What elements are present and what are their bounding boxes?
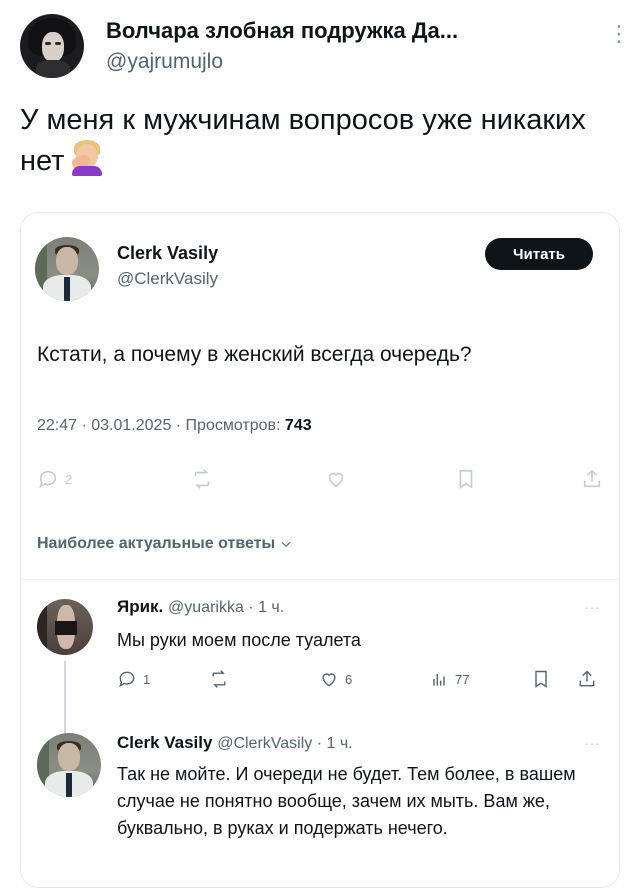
reply-author-name: Clerk Vasily	[117, 733, 213, 752]
retweet-icon	[212, 670, 226, 688]
reply-author-name: Ярик.	[117, 597, 164, 616]
sort-replies-dropdown[interactable]: Наиболее актуальные ответы	[37, 535, 293, 553]
views-count: 77	[455, 671, 470, 687]
tweet-actions: 2	[21, 465, 619, 495]
outer-tweet-header: Волчара злобная подружка Да... @yajrumuj…	[20, 12, 630, 82]
sort-label: Наиболее актуальные ответы	[37, 535, 276, 552]
more-options-icon[interactable]: ···	[584, 735, 601, 751]
reply-author[interactable]: Clerk Vasily @ClerkVasily · 1 ч.	[117, 733, 353, 753]
share-button[interactable]	[581, 465, 603, 493]
reply-text: Так не мойте. И очереди не будет. Тем бо…	[117, 764, 576, 838]
heart-icon	[322, 673, 336, 687]
avatar[interactable]	[35, 237, 99, 301]
tweet-text: У меня к мужчинам вопросов уже никаких н…	[20, 100, 620, 181]
reply-count: 2	[65, 471, 73, 487]
reply-meta: @ClerkVasily · 1 ч.	[217, 735, 353, 752]
bookmark-button[interactable]	[455, 465, 477, 493]
author-handle[interactable]: @yajrumujlo	[106, 50, 223, 74]
heart-icon	[328, 472, 344, 488]
woman-facepalming-emoji	[70, 140, 104, 176]
reply-icon	[119, 671, 135, 688]
reply-meta: @yuarikka · 1 ч.	[168, 599, 285, 616]
bookmark-icon	[535, 670, 547, 688]
retweet-button[interactable]	[209, 669, 229, 689]
like-count: 6	[345, 671, 353, 687]
retweet-icon	[194, 469, 210, 489]
quoted-author-name[interactable]: Clerk Vasily	[117, 243, 218, 264]
quoted-tweet-text: Кстати, а почему в женский всегда очеред…	[37, 343, 472, 366]
timestamp-and-views-label: 22:47 · 03.01.2025 · Просмотров:	[37, 417, 285, 434]
bookmark-icon	[459, 469, 473, 489]
follow-button[interactable]: Читать	[485, 238, 593, 270]
retweet-button[interactable]	[191, 465, 213, 493]
share-icon	[583, 469, 601, 488]
reply-count: 1	[143, 671, 151, 687]
avatar[interactable]	[20, 14, 84, 78]
reply-icon	[39, 470, 57, 489]
divider	[21, 579, 619, 580]
share-button[interactable]	[577, 669, 597, 689]
avatar[interactable]	[37, 733, 101, 797]
share-icon	[579, 670, 595, 687]
like-button[interactable]	[325, 465, 347, 493]
views-button[interactable]: 77	[429, 669, 469, 689]
tweet-text-content: У меня к мужчинам вопросов уже никаких н…	[20, 104, 586, 177]
reply-actions: 1 6 77	[21, 669, 619, 695]
like-button[interactable]: 6	[319, 669, 352, 689]
more-options-icon[interactable]: ···	[584, 599, 601, 615]
more-options-icon[interactable]: ⋮	[608, 23, 630, 45]
reply-button[interactable]: 2	[37, 465, 72, 493]
views-bar-chart-icon	[433, 674, 445, 686]
reply-author[interactable]: Ярик. @yuarikka · 1 ч.	[117, 597, 284, 617]
views-count: 743	[284, 417, 312, 434]
reply-text: Мы руки моем после туалета	[117, 630, 361, 650]
bookmark-button[interactable]	[531, 669, 551, 689]
chevron-down-icon	[281, 541, 291, 548]
avatar[interactable]	[37, 599, 93, 655]
author-name[interactable]: Волчара злобная подружка Да...	[106, 18, 586, 44]
quoted-tweet-card[interactable]: Clerk Vasily @ClerkVasily Читать Кстати,…	[20, 212, 620, 888]
tweet-meta: 22:47 · 03.01.2025 · Просмотров: 743	[37, 417, 312, 435]
quoted-author-handle[interactable]: @ClerkVasily	[117, 269, 218, 289]
reply-button[interactable]: 1	[117, 669, 150, 689]
